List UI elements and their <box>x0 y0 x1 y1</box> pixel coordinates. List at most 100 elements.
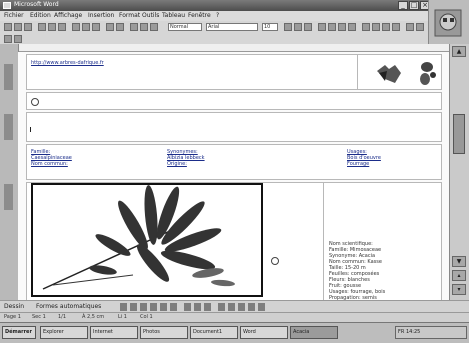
line-style-icon[interactable] <box>218 303 225 311</box>
menu-tools[interactable]: Outils <box>142 12 159 19</box>
horizontal-ruler[interactable] <box>18 44 450 59</box>
font-size-dropdown[interactable]: 10 <box>262 23 278 31</box>
scroll-up-button[interactable]: ▲ <box>452 46 466 57</box>
redo-icon[interactable] <box>116 23 124 31</box>
rectangle-tool-icon[interactable] <box>140 303 147 311</box>
outdent-icon[interactable] <box>392 23 400 31</box>
undo-icon[interactable] <box>106 23 114 31</box>
radio-marker-icon[interactable] <box>31 98 39 106</box>
zoom-icon[interactable] <box>14 35 22 43</box>
text-cursor <box>30 127 31 132</box>
indent-icon[interactable] <box>382 23 390 31</box>
spell-icon[interactable] <box>58 23 66 31</box>
status-page-of: 1/1 <box>58 314 67 320</box>
status-page: Page 1 <box>4 314 21 320</box>
bullets-icon[interactable] <box>372 23 380 31</box>
scroll-thumb[interactable] <box>453 114 465 154</box>
preview-icon[interactable] <box>48 23 56 31</box>
autoshapes-menu[interactable]: Formes automatiques <box>36 303 101 310</box>
wordart-tool-icon[interactable] <box>170 303 177 311</box>
taskbar-item-photos[interactable]: Photos <box>140 326 188 339</box>
office-assistant-icon[interactable] <box>429 0 469 44</box>
menu-bar: Fichier Edition Affichage Insertion Form… <box>0 11 469 21</box>
header-row: http://www.arbres-dafrique.fr <box>26 54 442 90</box>
info-row: Famille: Caesalpiniaceae Nom commun: Syn… <box>26 144 442 180</box>
anchor-marker-icon[interactable] <box>271 257 279 265</box>
font-color-draw-icon[interactable] <box>204 303 211 311</box>
taskbar-item-internet[interactable]: Internet <box>90 326 138 339</box>
word-app-icon[interactable] <box>3 2 11 9</box>
bold-icon[interactable] <box>284 23 292 31</box>
align-center-icon[interactable] <box>328 23 336 31</box>
style-dropdown[interactable]: Normal <box>168 23 202 31</box>
taskbar-item-word[interactable]: Word <box>240 326 288 339</box>
italic-icon[interactable] <box>294 23 302 31</box>
drawing-icon[interactable] <box>150 23 158 31</box>
main-row: Nom scientifique: Famille: Mimosaceae Sy… <box>26 182 442 301</box>
new-doc-icon[interactable] <box>4 23 12 31</box>
blank-row <box>26 92 442 110</box>
font-dropdown[interactable]: Arial <box>206 23 258 31</box>
info-col-1: Famille: Caesalpiniaceae Nom commun: <box>31 149 72 167</box>
align-left-icon[interactable] <box>318 23 326 31</box>
prev-page-button[interactable]: ▴ <box>452 270 466 281</box>
arrow-tool-icon[interactable] <box>130 303 137 311</box>
textbox-tool-icon[interactable] <box>160 303 167 311</box>
status-section: Sec 1 <box>32 314 46 320</box>
menu-file[interactable]: Fichier <box>4 12 24 19</box>
taskbar-item-document1[interactable]: Document1 <box>190 326 238 339</box>
copy-icon[interactable] <box>82 23 90 31</box>
oval-tool-icon[interactable] <box>150 303 157 311</box>
header-hyperlink[interactable]: http://www.arbres-dafrique.fr <box>31 60 104 66</box>
taskbar-item-acacia[interactable]: Acacia <box>290 326 338 339</box>
paste-icon[interactable] <box>92 23 100 31</box>
document-page[interactable]: http://www.arbres-dafrique.fr Famille: C… <box>18 52 450 301</box>
species-caption: Nom scientifique: Famille: Mimosaceae Sy… <box>329 241 386 301</box>
highlight-icon[interactable] <box>416 23 424 31</box>
columns-icon[interactable] <box>140 23 148 31</box>
fill-color-icon[interactable] <box>184 303 191 311</box>
line-tool-icon[interactable] <box>120 303 127 311</box>
start-button[interactable]: Démarrer <box>2 326 36 339</box>
system-tray[interactable]: FR 14:25 <box>395 326 467 339</box>
plant-image-frame[interactable] <box>31 183 263 297</box>
justify-icon[interactable] <box>348 23 356 31</box>
menu-insert[interactable]: Insertion <box>88 12 114 19</box>
menu-format[interactable]: Format <box>119 12 140 19</box>
status-column: Col 1 <box>140 314 153 320</box>
leaf-thumbnail-icon <box>377 65 401 83</box>
info-col-2: Synonymes: Albizia lebbeck Origine: <box>167 149 205 167</box>
border-icon[interactable] <box>406 23 414 31</box>
vertical-ruler[interactable] <box>0 44 19 300</box>
underline-icon[interactable] <box>304 23 312 31</box>
menu-table[interactable]: Tableau <box>162 12 185 19</box>
font-color-icon[interactable] <box>4 35 12 43</box>
table-icon[interactable] <box>130 23 138 31</box>
shadow-icon[interactable] <box>248 303 255 311</box>
maximize-button[interactable]: □ <box>409 1 419 10</box>
vertical-scrollbar[interactable]: ▲ ▼ ▴ ▾ <box>449 44 469 300</box>
arrow-style-icon[interactable] <box>238 303 245 311</box>
line-color-icon[interactable] <box>194 303 201 311</box>
print-icon[interactable] <box>38 23 46 31</box>
cut-icon[interactable] <box>72 23 80 31</box>
info-col-3: Usages: Bois d'oeuvre Fourrage <box>347 149 381 167</box>
taskbar-item-explorer[interactable]: Explorer <box>40 326 88 339</box>
save-icon[interactable] <box>24 23 32 31</box>
menu-window[interactable]: Fenêtre <box>188 12 211 19</box>
scroll-down-button[interactable]: ▼ <box>452 256 466 267</box>
acacia-branch-image <box>42 185 235 290</box>
taskbar: Démarrer Explorer Internet Photos Docume… <box>0 322 469 343</box>
menu-edit[interactable]: Edition <box>30 12 51 19</box>
menu-help[interactable]: ? <box>216 12 219 19</box>
status-line: Li 1 <box>118 314 127 320</box>
next-page-button[interactable]: ▾ <box>452 284 466 295</box>
draw-menu[interactable]: Dessin <box>4 303 24 310</box>
minimize-button[interactable]: _ <box>398 1 408 10</box>
dash-style-icon[interactable] <box>228 303 235 311</box>
menu-view[interactable]: Affichage <box>54 12 82 19</box>
align-right-icon[interactable] <box>338 23 346 31</box>
3d-icon[interactable] <box>258 303 265 311</box>
numbering-icon[interactable] <box>362 23 370 31</box>
open-icon[interactable] <box>14 23 22 31</box>
